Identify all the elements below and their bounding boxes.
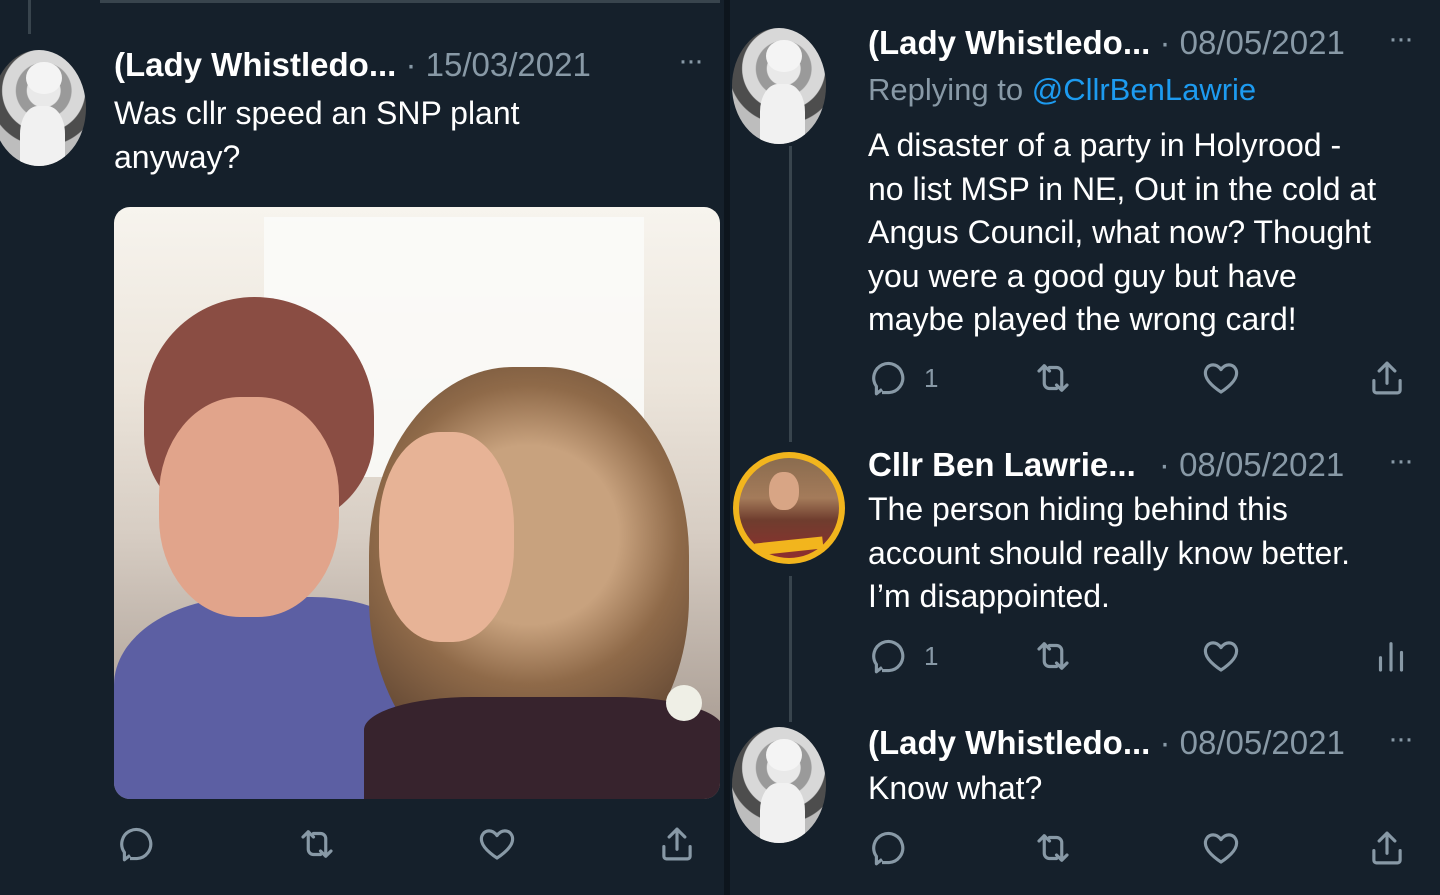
heart-icon <box>1203 641 1239 672</box>
tweet-date[interactable]: · 08/05/2021 <box>1160 724 1345 761</box>
profile-avatar[interactable] <box>732 727 826 843</box>
retweet-button[interactable] <box>1032 826 1074 870</box>
share-button[interactable] <box>656 822 698 866</box>
avatar-robe-shape <box>760 782 806 843</box>
tweet-text-line: Angus Council, what now? Thought <box>868 214 1371 250</box>
tweet-text-line: anyway? <box>114 138 241 175</box>
tweet-header: (Lady Whistledo... · 08/05/2021 <box>868 724 1345 762</box>
retweet-icon <box>1037 364 1069 392</box>
tweet-text-line: no list MSP in NE, Out in the cold at <box>868 170 1377 207</box>
tweet-text-line: The person hiding behind this <box>868 491 1288 527</box>
share-button[interactable] <box>1366 356 1408 400</box>
share-icon <box>1372 361 1402 395</box>
author-name[interactable]: (Lady Whistledo... <box>868 24 1150 61</box>
photo-person1-face <box>159 397 339 617</box>
reply-icon <box>872 639 905 674</box>
thread-connector <box>789 146 792 442</box>
more-options-icon[interactable]: ··· <box>1388 722 1414 756</box>
tweet-text-line: maybe played the wrong card! <box>868 301 1297 337</box>
share-icon <box>1372 831 1402 865</box>
author-name[interactable]: Cllr Ben Lawrie... <box>868 446 1136 483</box>
avatar-hair-shape <box>765 39 802 73</box>
like-button[interactable] <box>1200 356 1242 400</box>
reply-button[interactable]: 1 <box>868 634 938 678</box>
tweet-date[interactable]: · 08/05/2021 <box>1160 24 1345 61</box>
tweet-text-line: Was cllr speed an SNP plant <box>114 95 520 131</box>
profile-avatar[interactable] <box>733 452 845 564</box>
like-button[interactable] <box>1200 634 1242 678</box>
reply-button[interactable] <box>116 822 158 866</box>
reply-count: 1 <box>924 362 939 393</box>
author-name[interactable]: (Lady Whistledo... <box>114 46 396 83</box>
share-icon <box>662 827 692 861</box>
retweet-icon <box>301 830 333 858</box>
avatar-hair-shape <box>765 738 802 772</box>
top-divider <box>100 0 720 3</box>
thread-connector <box>28 0 31 34</box>
reply-icon <box>872 361 905 396</box>
reply-icon <box>120 827 153 862</box>
photo-person2-face <box>379 432 514 642</box>
reply-count: 1 <box>924 640 939 671</box>
left-tweet-panel: (Lady Whistledo... · 15/03/2021 ··· Was … <box>0 0 724 895</box>
avatar-robe-shape <box>20 105 66 166</box>
tweet-text: The person hiding behind this account sh… <box>868 488 1350 619</box>
like-button[interactable] <box>1200 826 1242 870</box>
tweet-date[interactable]: · 08/05/2021 <box>1159 446 1344 483</box>
thread-connector <box>789 576 792 722</box>
avatar-face-shape <box>769 472 799 510</box>
retweet-button[interactable] <box>1032 634 1074 678</box>
replying-to-label: Replying to <box>868 72 1032 107</box>
tweet-header: (Lady Whistledo... · 08/05/2021 <box>868 24 1345 62</box>
retweet-button[interactable] <box>1032 356 1074 400</box>
avatar-robe-shape <box>760 83 806 144</box>
like-button[interactable] <box>476 822 518 866</box>
tweet-text-line: Know what? <box>868 770 1043 806</box>
author-name[interactable]: (Lady Whistledo... <box>868 724 1150 761</box>
photo-flower-brooch <box>666 685 702 721</box>
analytics-button[interactable] <box>1370 634 1412 678</box>
profile-avatar[interactable] <box>732 28 826 144</box>
attached-photo[interactable] <box>114 207 720 799</box>
tweet-text-line: I’m disappointed. <box>868 578 1110 614</box>
tweet-text-line: you were a good guy but have <box>868 257 1297 294</box>
avatar-hair-shape <box>25 61 62 95</box>
tweet-header: (Lady Whistledo... · 15/03/2021 <box>114 46 591 84</box>
right-thread-panel: (Lady Whistledo... · 08/05/2021 ··· Repl… <box>730 0 1440 895</box>
replying-to-handle[interactable]: @CllrBenLawrie <box>1032 72 1256 107</box>
reply-button[interactable] <box>868 826 910 870</box>
tweet-text-line: A disaster of a party in Holyrood - <box>868 127 1342 163</box>
profile-avatar[interactable] <box>0 50 86 166</box>
tweet-text-line: account should really know better. <box>868 534 1351 571</box>
tweet-date[interactable]: · 15/03/2021 <box>406 46 591 83</box>
retweet-icon <box>1037 834 1069 862</box>
heart-icon <box>1203 833 1239 864</box>
retweet-icon <box>1037 642 1069 670</box>
tweet-header: Cllr Ben Lawrie... · 08/05/2021 <box>868 446 1344 484</box>
tweet-text: Was cllr speed an SNP plant anyway? <box>114 92 520 179</box>
more-options-icon[interactable]: ··· <box>1388 22 1414 56</box>
analytics-icon <box>1378 642 1404 672</box>
replying-to-line: Replying to @CllrBenLawrie <box>868 68 1256 112</box>
reply-icon <box>872 831 905 866</box>
heart-icon <box>479 829 515 860</box>
reply-button[interactable]: 1 <box>868 356 938 400</box>
tweet-text: Know what? <box>868 767 1042 811</box>
heart-icon <box>1203 363 1239 394</box>
tweet-text: A disaster of a party in Holyrood - no l… <box>868 124 1376 342</box>
more-options-icon[interactable]: ··· <box>1388 444 1414 478</box>
more-options-icon[interactable]: ··· <box>678 44 704 78</box>
share-button[interactable] <box>1366 826 1408 870</box>
retweet-button[interactable] <box>296 822 338 866</box>
photo-person2-body <box>364 697 720 799</box>
